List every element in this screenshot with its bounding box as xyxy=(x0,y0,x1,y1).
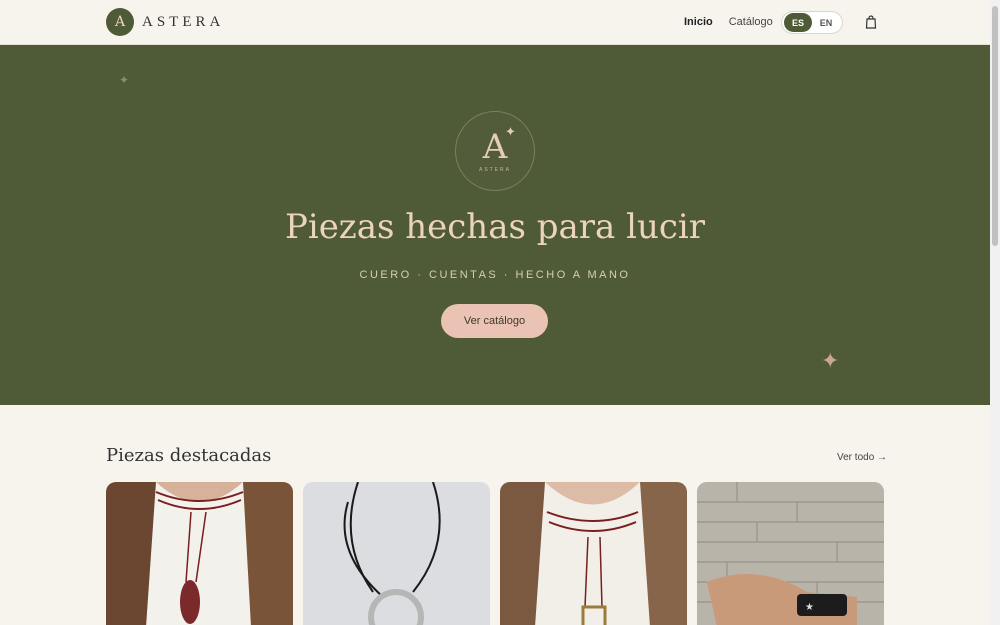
shopping-bag-icon[interactable] xyxy=(865,15,877,29)
site-header: A ASTERA Inicio Catálogo ES EN xyxy=(0,0,990,45)
product-card[interactable]: ★ xyxy=(697,482,884,625)
main-nav: Inicio Catálogo xyxy=(684,16,773,28)
product-image xyxy=(303,482,490,625)
lang-en-button[interactable]: EN xyxy=(812,13,840,32)
brand-name: ASTERA xyxy=(142,13,225,30)
product-image: ★ xyxy=(697,482,884,625)
svg-text:★: ★ xyxy=(805,602,814,613)
scrollbar[interactable] xyxy=(990,0,1000,625)
sparkle-icon: ✦ xyxy=(821,348,840,373)
lang-es-button[interactable]: ES xyxy=(784,13,812,32)
product-image xyxy=(500,482,687,625)
scrollbar-thumb[interactable] xyxy=(992,6,998,246)
product-card[interactable] xyxy=(106,482,293,625)
hero-title: Piezas hechas para lucir xyxy=(284,207,706,247)
view-catalog-button[interactable]: Ver catálogo xyxy=(441,304,548,338)
hero-section: ✦ ✦ A ✦ ASTERA Piezas hechas para lucir … xyxy=(0,45,990,405)
nav-item-catalogo[interactable]: Catálogo xyxy=(729,16,773,28)
emblem-letter: A xyxy=(482,126,508,167)
nav-item-inicio[interactable]: Inicio xyxy=(684,16,713,28)
see-all-link[interactable]: Ver todo → xyxy=(837,452,887,463)
logo-mark: A xyxy=(106,8,134,36)
product-card[interactable] xyxy=(500,482,687,625)
language-switch: ES EN xyxy=(781,11,843,34)
product-card[interactable] xyxy=(303,482,490,625)
brand-emblem: A ✦ ASTERA xyxy=(455,111,535,191)
product-image xyxy=(106,482,293,625)
hero-subtitle: CUERO · CUENTAS · HECHO A MANO xyxy=(359,269,631,281)
emblem-text: ASTERA xyxy=(478,166,511,173)
sparkle-icon: ✦ xyxy=(119,73,130,87)
logo[interactable]: A ASTERA xyxy=(106,8,224,36)
featured-title: Piezas destacadas xyxy=(106,445,272,466)
star-icon: ✦ xyxy=(505,124,516,139)
